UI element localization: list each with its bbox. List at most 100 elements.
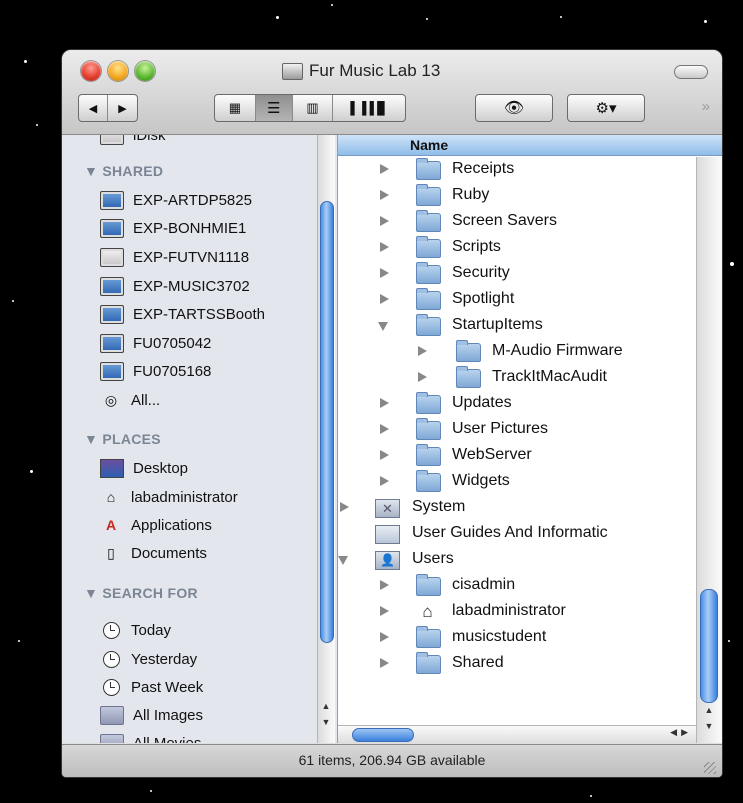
disclosure-triangle-icon[interactable] [380, 424, 389, 434]
sidebar-item-applications[interactable]: A Applications [100, 513, 212, 537]
list-horizontal-scroll-thumb[interactable] [352, 728, 414, 742]
double-chevron-icon[interactable]: » [702, 98, 710, 115]
idisk-icon [100, 135, 124, 145]
sidebar-item-documents[interactable]: ▯ Documents [100, 541, 207, 565]
sidebar-header-shared[interactable]: ▼ SHARED [84, 163, 163, 179]
list-item[interactable]: Widgets [338, 469, 722, 495]
list-item[interactable]: ⌂ labadministrator [338, 599, 722, 625]
star [30, 470, 33, 473]
scroll-left-right-icon[interactable]: ◀▶ [670, 727, 692, 738]
quick-look-button[interactable]: 👁 [475, 94, 553, 122]
action-menu-button[interactable]: ⚙▾ [567, 94, 645, 122]
sidebar-scrollbar[interactable]: ▲ ▼ [317, 135, 335, 743]
list-item[interactable]: WebServer [338, 443, 722, 469]
disclosure-triangle-icon[interactable] [380, 450, 389, 460]
sidebar-item-idisk[interactable]: iDisk [100, 135, 166, 147]
star [331, 4, 333, 6]
sidebar-item-shared[interactable]: EXP-FUTVN1118 [100, 245, 249, 269]
list-item[interactable]: Updates [338, 391, 722, 417]
disclosure-triangle-icon[interactable] [380, 632, 389, 642]
disclosure-triangle-icon[interactable] [380, 164, 389, 174]
disclosure-triangle-icon[interactable] [380, 580, 389, 590]
scroll-down-icon[interactable]: ▼ [701, 721, 717, 734]
sidebar-item-search-yesterday[interactable]: Yesterday [100, 647, 197, 671]
disclosure-triangle-icon[interactable] [380, 190, 389, 200]
disclosure-triangle-icon[interactable] [380, 294, 389, 304]
minimize-button[interactable] [108, 61, 128, 81]
folder-icon [416, 444, 441, 466]
sidebar-item-shared-all[interactable]: ◎ All... [100, 388, 160, 412]
close-button[interactable] [81, 61, 101, 81]
disclosure-triangle-icon[interactable] [380, 658, 389, 668]
list-item[interactable]: Receipts [338, 157, 722, 183]
window-title: Fur Music Lab 13 [282, 60, 440, 82]
star [24, 60, 27, 63]
list-item[interactable]: Shared [338, 651, 722, 677]
computer-icon [100, 276, 124, 296]
disclosure-triangle-icon[interactable] [380, 216, 389, 226]
list-item[interactable]: StartupItems [338, 313, 722, 339]
disclosure-triangle-icon[interactable] [380, 242, 389, 252]
zoom-button[interactable] [135, 61, 155, 81]
sidebar-scroll-thumb[interactable] [320, 201, 334, 643]
list-horizontal-scrollbar[interactable]: ◀▶ [338, 725, 696, 743]
list-item[interactable]: cisadmin [338, 573, 722, 599]
disclosure-triangle-open-icon[interactable] [338, 556, 348, 565]
scroll-down-icon[interactable]: ▼ [318, 717, 334, 730]
column-header-name[interactable]: Name [338, 135, 722, 156]
column-view-icon[interactable]: ▥ [293, 95, 334, 121]
list-item[interactable]: Screen Savers [338, 209, 722, 235]
star [150, 790, 152, 792]
back-arrow-icon[interactable]: ◀ [79, 95, 108, 121]
list-vertical-scrollbar[interactable]: ▲ ▼ [696, 157, 722, 743]
list-view-icon[interactable]: ☰ [255, 95, 293, 121]
coverflow-view-icon[interactable]: ▌▐▐▐▌ [333, 95, 405, 121]
list-item[interactable]: musicstudent [338, 625, 722, 651]
sidebar-item-shared[interactable]: EXP-BONHMIE1 [100, 216, 246, 240]
sidebar-item-search-movies[interactable]: All Movies [100, 731, 201, 743]
list-item[interactable]: ✕ System [338, 495, 722, 521]
list-item[interactable]: TrackItMacAudit [338, 365, 722, 391]
computer-icon [100, 361, 124, 381]
disclosure-triangle-open-icon[interactable] [378, 322, 388, 331]
list-item[interactable]: Scripts [338, 235, 722, 261]
sidebar-item-shared[interactable]: EXP-MUSIC3702 [100, 274, 250, 298]
title-bar[interactable]: Fur Music Lab 13 ◀ ▶ ▦ ☰ ▥ ▌▐▐▐▌ 👁 ⚙▾ » [62, 50, 722, 135]
sidebar-item-shared[interactable]: FU0705168 [100, 359, 211, 383]
star [12, 300, 14, 302]
list-item[interactable]: Security [338, 261, 722, 287]
disclosure-triangle-icon[interactable] [380, 398, 389, 408]
back-forward-group: ◀ ▶ [78, 94, 138, 122]
disclosure-triangle-icon[interactable] [380, 476, 389, 486]
toolbar-toggle-button[interactable] [674, 65, 708, 79]
folder-icon [416, 418, 441, 440]
forward-arrow-icon[interactable]: ▶ [108, 95, 137, 121]
scroll-up-icon[interactable]: ▲ [701, 705, 717, 718]
list-item[interactable]: Spotlight [338, 287, 722, 313]
sidebar-header-search[interactable]: ▼ SEARCH FOR [84, 585, 198, 601]
list-item[interactable]: Ruby [338, 183, 722, 209]
list-item[interactable]: 👤 Users [338, 547, 722, 573]
list-item[interactable]: User Pictures [338, 417, 722, 443]
sidebar-item-search-today[interactable]: Today [100, 618, 171, 642]
icon-view-icon[interactable]: ▦ [215, 95, 256, 121]
disclosure-triangle-icon[interactable] [380, 606, 389, 616]
resize-grip-icon[interactable] [704, 762, 716, 774]
sidebar-item-search-images[interactable]: All Images [100, 703, 203, 727]
list-item[interactable]: M-Audio Firmware [338, 339, 722, 365]
sidebar-item-shared[interactable]: FU0705042 [100, 331, 211, 355]
status-text: 61 items, 206.94 GB available [298, 752, 486, 768]
list-vertical-scroll-thumb[interactable] [700, 589, 718, 703]
sidebar-item-shared[interactable]: EXP-ARTDP5825 [100, 188, 252, 212]
sidebar-item-home[interactable]: ⌂ labadministrator [100, 485, 238, 509]
disclosure-triangle-icon[interactable] [340, 502, 349, 512]
scroll-up-icon[interactable]: ▲ [318, 701, 334, 714]
sidebar-header-places[interactable]: ▼ PLACES [84, 431, 161, 447]
disclosure-triangle-icon[interactable] [380, 268, 389, 278]
disclosure-triangle-icon[interactable] [418, 346, 427, 356]
list-item[interactable]: User Guides And Informatic [338, 521, 722, 547]
sidebar-item-desktop[interactable]: Desktop [100, 456, 188, 480]
disclosure-triangle-icon[interactable] [418, 372, 427, 382]
sidebar-item-search-past-week[interactable]: Past Week [100, 675, 203, 699]
sidebar-item-shared[interactable]: EXP-TARTSSBooth [100, 302, 265, 326]
